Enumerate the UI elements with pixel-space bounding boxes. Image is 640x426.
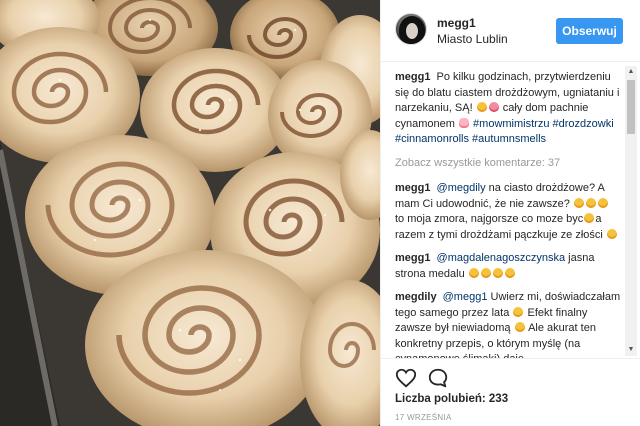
view-all-comments-link[interactable]: Zobacz wszystkie komentarze: 37 — [395, 156, 621, 172]
laugh-emoji-icon — [606, 228, 617, 239]
comment: megdily @megg1 Uwierz mi, doświadczałam … — [395, 290, 621, 358]
comment: megg1 @magdalenagoszczynska jasna strona… — [395, 251, 621, 282]
comment: megg1 @megdily na ciasto drożdżowe? A ma… — [395, 181, 621, 243]
kiss-emoji-icon — [488, 102, 499, 112]
comments-list[interactable]: megg1 Po kilku godzinach, przytwierdzeni… — [395, 70, 621, 358]
avatar[interactable] — [395, 13, 427, 45]
comment-username[interactable]: megg1 — [395, 252, 430, 264]
caption-username[interactable]: megg1 — [395, 71, 430, 83]
hashtag[interactable]: #drozdzowki — [553, 118, 614, 130]
laugh-emoji-icon — [585, 197, 596, 208]
post-header: megg1 Miasto Lublin Obserwuj — [381, 0, 640, 62]
post-location[interactable]: Miasto Lublin — [437, 32, 508, 46]
hashtag[interactable]: #mowmimistrzu — [473, 118, 549, 130]
post-sidebar: megg1 Miasto Lublin Obserwuj megg1 Po ki… — [380, 0, 640, 426]
laugh-emoji-icon — [480, 267, 491, 278]
comment-mention[interactable]: @megg1 — [443, 291, 488, 303]
like-heart-icon[interactable] — [395, 367, 417, 389]
hashtag[interactable]: #autumnsmells — [472, 133, 546, 145]
post-photo[interactable] — [0, 0, 380, 426]
post-actions: Liczba polubień: 233 17 WRZEŚNIA — [381, 358, 640, 426]
comments-scrollbar[interactable]: ▲ ▼ — [625, 66, 637, 356]
author-username[interactable]: megg1 — [437, 16, 476, 30]
comment-username[interactable]: megdily — [395, 291, 437, 303]
avatar-face — [406, 23, 418, 39]
hashtag[interactable]: #cinnamonrolls — [395, 133, 469, 145]
grin-emoji-icon — [476, 102, 487, 112]
laugh-emoji-icon — [514, 322, 525, 332]
heart-eyes-emoji-icon — [458, 117, 469, 128]
scroll-down-arrow-icon[interactable]: ▼ — [625, 344, 637, 356]
laugh-emoji-icon — [584, 213, 595, 223]
scrollbar-thumb[interactable] — [627, 80, 635, 134]
comment-mention[interactable]: @magdalenagoszczynska — [437, 252, 566, 264]
comment-mention[interactable]: @megdily — [437, 182, 486, 194]
laugh-emoji-icon — [468, 267, 479, 278]
laugh-emoji-icon — [492, 267, 503, 278]
caption: megg1 Po kilku godzinach, przytwierdzeni… — [395, 70, 621, 148]
cinnamon-rolls-image — [0, 0, 380, 426]
laugh-emoji-icon — [573, 197, 584, 208]
laugh-emoji-icon — [504, 267, 515, 278]
likes-count[interactable]: Liczba polubień: 233 — [395, 393, 508, 405]
comment-bubble-icon[interactable] — [427, 367, 449, 389]
post-date[interactable]: 17 WRZEŚNIA — [395, 413, 452, 422]
laugh-emoji-icon — [513, 306, 524, 317]
scroll-up-arrow-icon[interactable]: ▲ — [625, 66, 637, 78]
comment-text-2: to moja zmora, najgorsze co moze byc — [395, 213, 584, 225]
follow-button[interactable]: Obserwuj — [556, 18, 623, 44]
laugh-emoji-icon — [597, 197, 608, 208]
comment-username[interactable]: megg1 — [395, 182, 430, 194]
